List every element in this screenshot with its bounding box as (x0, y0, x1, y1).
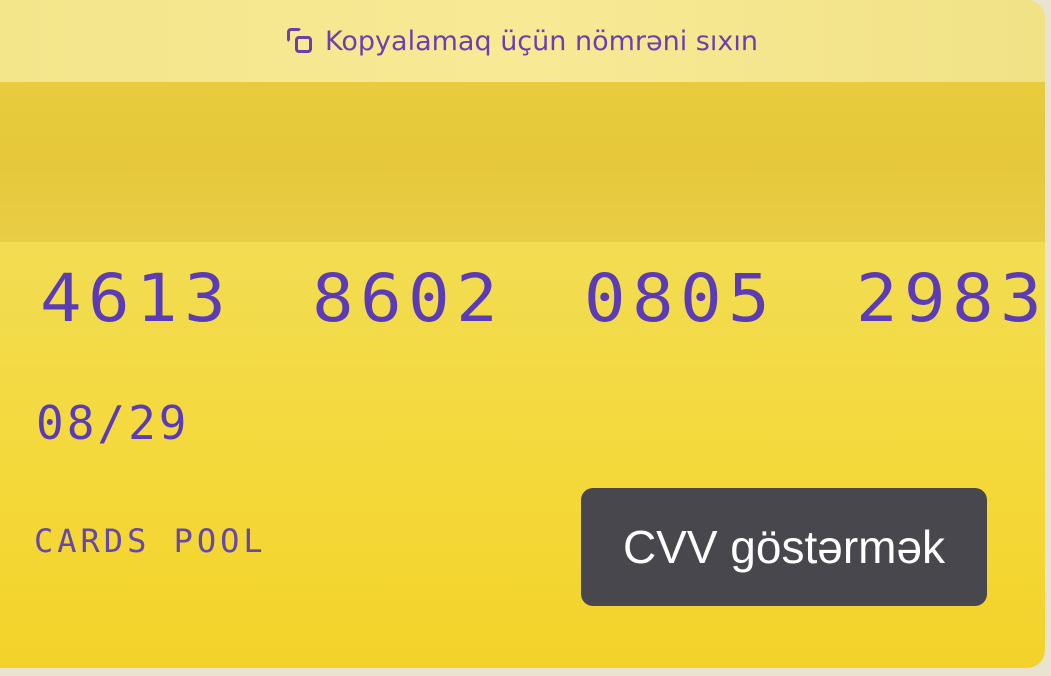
virtual-card: Kopyalamaq üçün nömrəni sıxın 4613 8602 … (0, 0, 1045, 668)
card-brand: CARDS POOL (34, 522, 267, 560)
card-stripe (0, 82, 1045, 242)
card-number-group-4: 2983 (855, 260, 1045, 337)
card-number-group-1: 4613 (40, 260, 233, 337)
show-cvv-button[interactable]: CVV göstərmək (581, 488, 987, 606)
card-number-group-2: 8602 (311, 260, 505, 337)
copy-hint-text: Kopyalamaq üçün nömrəni sıxın (325, 25, 758, 57)
card-number[interactable]: 4613 8602 0805 2983 (40, 260, 1045, 337)
copy-number-hint[interactable]: Kopyalamaq üçün nömrəni sıxın (0, 0, 1045, 82)
copy-icon (287, 28, 313, 54)
card-expiry: 08/29 (36, 396, 190, 450)
card-number-group-3: 0805 (583, 260, 777, 337)
